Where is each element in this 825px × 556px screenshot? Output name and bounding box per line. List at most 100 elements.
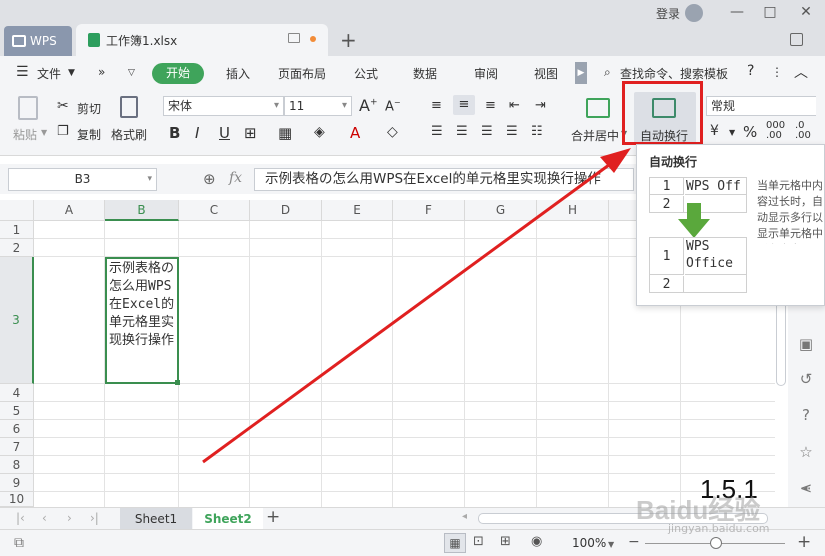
prev-sheet-icon[interactable]: ‹ <box>42 511 47 525</box>
align-left-icon[interactable]: ☰ <box>431 124 443 139</box>
sidebar-toggle-icon[interactable] <box>790 33 803 46</box>
row-header-6[interactable]: 6 <box>0 420 34 438</box>
font-name-select[interactable]: 宋体 ▾ <box>163 96 284 116</box>
quick-access-dropdown-icon[interactable]: ▽ <box>128 68 135 78</box>
command-search[interactable]: 查找命令、搜索模板 <box>620 65 728 82</box>
menu-tab-data[interactable]: 数据 <box>413 65 437 82</box>
scroll-left-icon[interactable]: ◂ <box>462 511 467 522</box>
hamburger-icon[interactable]: ☰ <box>16 64 29 80</box>
normal-view-icon[interactable]: ▦ <box>444 533 466 553</box>
increase-font-icon[interactable]: A+ <box>359 96 378 115</box>
decrease-indent-icon[interactable]: ⇤ <box>509 98 520 113</box>
column-header-b[interactable]: B <box>105 200 179 221</box>
fill-color-icon[interactable]: ◈ <box>314 124 325 140</box>
monitor-icon[interactable] <box>288 33 300 43</box>
align-center-icon[interactable]: ☰ <box>456 124 468 139</box>
row-header-9[interactable]: 9 <box>0 474 34 492</box>
minimize-icon[interactable]: — <box>727 2 747 22</box>
document-tab[interactable]: 工作簿1.xlsx <box>76 24 328 56</box>
menu-tab-formula[interactable]: 公式 <box>354 65 378 82</box>
collapse-ribbon-icon[interactable]: ︿ <box>794 62 808 82</box>
more-chevrons-icon[interactable]: » <box>98 65 105 79</box>
currency-dropdown-icon[interactable]: ▼ <box>729 128 735 137</box>
image-icon[interactable]: ▣ <box>796 334 816 354</box>
align-bottom-icon[interactable]: ≡ <box>485 98 496 113</box>
paste-icon[interactable] <box>18 96 38 120</box>
eye-protection-icon[interactable]: ◉ <box>531 534 542 549</box>
row-header-5[interactable]: 5 <box>0 402 34 420</box>
copy-button[interactable]: 复制 <box>77 126 101 143</box>
new-tab-button[interactable]: + <box>340 28 357 52</box>
paste-button[interactable]: 粘贴 <box>13 126 37 143</box>
row-header-7[interactable]: 7 <box>0 438 34 456</box>
row-header-1[interactable]: 1 <box>0 221 34 239</box>
page-layout-view-icon[interactable]: ⊞ <box>500 534 511 549</box>
number-format-select[interactable]: 常规 <box>706 96 816 116</box>
menu-tab-page-layout[interactable]: 页面布局 <box>278 65 326 82</box>
currency-icon[interactable]: ¥ <box>710 123 719 139</box>
cut-button[interactable]: 剪切 <box>77 100 101 117</box>
sheet-tab-sheet1[interactable]: Sheet1 <box>120 508 192 530</box>
wps-home-tab[interactable]: WPS <box>4 26 72 56</box>
column-header-a[interactable]: A <box>34 200 105 221</box>
merge-center-icon[interactable] <box>586 98 610 118</box>
more-options-icon[interactable]: ⋮ <box>771 65 783 79</box>
file-menu[interactable]: 文件 <box>37 65 61 82</box>
row-header-3[interactable]: 3 <box>0 257 34 384</box>
first-sheet-icon[interactable]: |‹ <box>16 511 25 525</box>
status-macro-icon[interactable]: ⧉ <box>14 535 24 551</box>
panel-expand-icon[interactable]: ◂ <box>803 484 808 494</box>
zoom-slider-thumb[interactable] <box>710 537 722 549</box>
decrease-font-icon[interactable]: A− <box>385 98 401 114</box>
format-painter-icon[interactable] <box>120 96 138 118</box>
name-box[interactable]: B3 ▾ <box>8 168 157 191</box>
page-break-view-icon[interactable]: ⊡ <box>473 534 484 549</box>
close-icon[interactable]: ✕ <box>796 2 816 22</box>
row-header-4[interactable]: 4 <box>0 384 34 402</box>
menu-tab-review[interactable]: 审阅 <box>474 65 498 82</box>
star-icon[interactable]: ☆ <box>796 442 816 462</box>
login-area[interactable]: 登录 <box>656 4 704 22</box>
row-header-8[interactable]: 8 <box>0 456 34 474</box>
gridline <box>34 473 775 474</box>
paste-dropdown-icon[interactable]: ▼ <box>41 128 47 137</box>
file-dropdown-icon[interactable]: ▼ <box>68 68 75 78</box>
menu-tab-home[interactable]: 开始 <box>152 63 204 84</box>
align-right-icon[interactable]: ☰ <box>481 124 493 139</box>
cell-b3[interactable]: 示例表格の怎么用WPS在Excel的单元格里实现换行操作 <box>105 257 179 384</box>
menu-tab-insert[interactable]: 插入 <box>226 65 250 82</box>
thousands-separator-icon[interactable]: 000.00 <box>766 121 785 141</box>
select-all-corner[interactable] <box>0 200 34 221</box>
sheet-tab-sheet2[interactable]: Sheet2 <box>193 508 263 530</box>
bold-button[interactable]: B <box>169 124 180 142</box>
row-header-2[interactable]: 2 <box>0 239 34 257</box>
history-icon[interactable]: ↺ <box>796 369 816 389</box>
align-middle-icon[interactable]: ≡ <box>453 95 475 115</box>
zoom-out-icon[interactable]: − <box>628 534 640 550</box>
next-sheet-icon[interactable]: › <box>67 511 72 525</box>
last-sheet-icon[interactable]: ›| <box>90 511 99 525</box>
row-header-10[interactable]: 10 <box>0 492 34 507</box>
tooltip-after-example: 1 WPS Office 2 <box>649 237 747 293</box>
justify-icon[interactable]: ☰ <box>506 124 518 139</box>
maximize-icon[interactable]: □ <box>760 2 780 22</box>
zoom-in-icon[interactable]: + <box>797 532 811 552</box>
fill-handle[interactable] <box>175 380 180 385</box>
format-painter-button[interactable]: 格式刷 <box>111 126 147 143</box>
add-sheet-button[interactable]: + <box>266 507 280 527</box>
search-icon: ⌕ <box>604 65 611 79</box>
help-button[interactable]: ? <box>747 63 754 79</box>
zoom-dropdown-icon[interactable]: ▼ <box>608 540 614 549</box>
font-size-select[interactable]: 11 ▾ <box>284 96 352 116</box>
help-circle-icon[interactable]: ? <box>796 405 816 425</box>
distributed-align-icon[interactable]: ☷ <box>531 124 543 139</box>
menu-tab-view[interactable]: 视图 <box>534 65 558 82</box>
copy-icon: ❐ <box>57 124 69 139</box>
menu-scroll-right-icon[interactable]: ▶ <box>575 62 587 84</box>
eraser-icon[interactable]: ◇ <box>387 124 398 140</box>
align-top-icon[interactable]: ≡ <box>431 98 442 113</box>
increase-indent-icon[interactable]: ⇥ <box>535 98 546 113</box>
percent-button[interactable]: % <box>743 123 757 141</box>
zoom-level[interactable]: 100% <box>572 536 606 550</box>
increase-decimal-icon[interactable]: .0.00 <box>795 121 811 141</box>
